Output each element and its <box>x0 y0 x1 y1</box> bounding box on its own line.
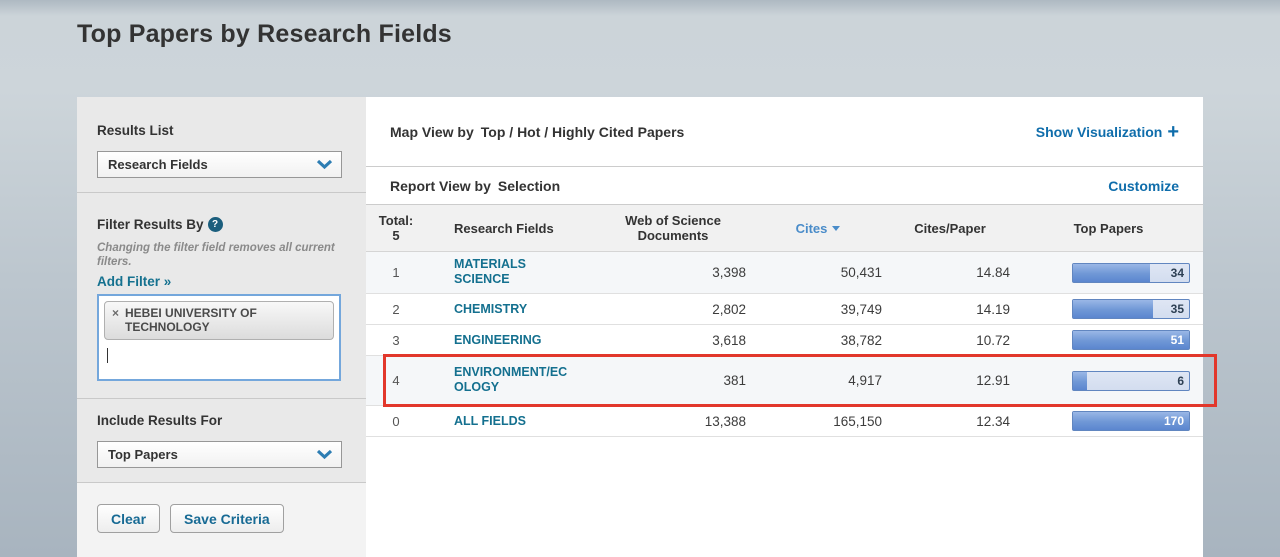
top-papers-header: Top Papers <box>1014 221 1203 236</box>
rank-cell: 0 <box>366 414 426 429</box>
filter-input-box[interactable]: × HEBEI UNIVERSITY OF TECHNOLOGY <box>97 294 341 381</box>
map-view-header: Map View byTop / Hot / Highly Cited Pape… <box>366 97 1203 167</box>
research-field-link[interactable]: ENVIRONMENT/ECOLOGY <box>454 365 568 395</box>
research-fields-header: Research Fields <box>426 221 596 236</box>
cites-per-paper-header: Cites/Paper <box>886 221 1014 236</box>
cites-cell: 39,749 <box>750 302 886 317</box>
rank-cell: 2 <box>366 302 426 317</box>
bar-fill <box>1073 300 1153 318</box>
include-results-selected: Top Papers <box>108 447 178 462</box>
results-list-label: Results List <box>97 123 342 138</box>
research-field-link[interactable]: ENGINEERING <box>454 333 542 348</box>
rank-cell: 1 <box>366 265 426 280</box>
cites-cell: 165,150 <box>750 414 886 429</box>
include-results-section: Include Results For Top Papers <box>77 399 366 482</box>
wos-documents-cell: 2,802 <box>596 302 750 317</box>
filter-tag-label: HEBEI UNIVERSITY OF TECHNOLOGY <box>125 306 325 334</box>
cites-cell: 50,431 <box>750 265 886 280</box>
cites-cell: 4,917 <box>750 373 886 388</box>
save-criteria-button[interactable]: Save Criteria <box>170 504 284 533</box>
research-field-link[interactable]: MATERIALS SCIENCE <box>454 257 568 287</box>
rank-cell: 3 <box>366 333 426 348</box>
top-papers-bar: 170 <box>1072 411 1190 431</box>
bar-fill <box>1073 264 1150 282</box>
report-view-title: Report View bySelection <box>390 178 560 194</box>
cites-sort-header[interactable]: Cites <box>750 221 886 236</box>
top-papers-value: 6 <box>1177 374 1184 388</box>
page-title: Top Papers by Research Fields <box>77 20 452 49</box>
wos-documents-header: Web of Science Documents <box>596 213 750 243</box>
top-papers-value: 51 <box>1171 333 1184 347</box>
wos-documents-cell: 13,388 <box>596 414 750 429</box>
cites-per-paper-cell: 12.91 <box>886 373 1014 388</box>
top-papers-value: 170 <box>1164 414 1184 428</box>
chevron-down-icon <box>316 449 333 460</box>
report-panel: Map View byTop / Hot / Highly Cited Pape… <box>366 97 1203 557</box>
top-papers-value: 34 <box>1171 266 1184 280</box>
customize-link[interactable]: Customize <box>1108 178 1179 194</box>
wos-documents-cell: 3,618 <box>596 333 750 348</box>
wos-documents-cell: 381 <box>596 373 750 388</box>
filter-note: Changing the filter field removes all cu… <box>97 241 342 269</box>
table-header-row: Total:5 Research Fields Web of Science D… <box>366 205 1203 252</box>
top-papers-value: 35 <box>1171 302 1184 316</box>
report-view-header: Report View bySelection Customize <box>366 167 1203 205</box>
add-filter-link[interactable]: Add Filter » <box>97 274 171 289</box>
remove-filter-icon[interactable]: × <box>112 306 119 334</box>
table-row: 3 ENGINEERING 3,618 38,782 10.72 51 <box>366 325 1203 356</box>
cites-per-paper-cell: 14.84 <box>886 265 1014 280</box>
research-field-link[interactable]: ALL FIELDS <box>454 414 526 429</box>
top-papers-bar: 51 <box>1072 330 1190 350</box>
cites-per-paper-cell: 10.72 <box>886 333 1014 348</box>
cites-per-paper-cell: 12.34 <box>886 414 1014 429</box>
include-results-label: Include Results For <box>97 413 342 428</box>
table-body: 1 MATERIALS SCIENCE 3,398 50,431 14.84 3… <box>366 252 1203 437</box>
bar-fill <box>1073 372 1087 390</box>
results-list-selected: Research Fields <box>108 157 208 172</box>
top-papers-bar: 6 <box>1072 371 1190 391</box>
map-view-title: Map View byTop / Hot / Highly Cited Pape… <box>390 124 684 140</box>
wos-documents-cell: 3,398 <box>596 265 750 280</box>
help-icon[interactable]: ? <box>208 217 223 232</box>
clear-button[interactable]: Clear <box>97 504 160 533</box>
top-papers-bar: 34 <box>1072 263 1190 283</box>
filter-tag: × HEBEI UNIVERSITY OF TECHNOLOGY <box>104 301 334 340</box>
results-list-section: Results List Research Fields <box>77 97 366 192</box>
cites-per-paper-cell: 14.19 <box>886 302 1014 317</box>
chevron-down-icon <box>316 159 333 170</box>
table-row: 2 CHEMISTRY 2,802 39,749 14.19 35 <box>366 294 1203 325</box>
filter-section: Filter Results By? Changing the filter f… <box>77 193 366 398</box>
show-visualization-link[interactable]: Show Visualization + <box>1036 124 1179 140</box>
table-row: 1 MATERIALS SCIENCE 3,398 50,431 14.84 3… <box>366 252 1203 294</box>
table-row: 4 ENVIRONMENT/ECOLOGY 381 4,917 12.91 6 <box>366 356 1203 406</box>
total-count-header: Total:5 <box>366 213 426 243</box>
research-field-link[interactable]: CHEMISTRY <box>454 302 527 317</box>
top-papers-bar: 35 <box>1072 299 1190 319</box>
include-results-dropdown[interactable]: Top Papers <box>97 441 342 468</box>
sort-desc-icon <box>832 226 840 231</box>
text-cursor <box>107 348 108 363</box>
filter-label: Filter Results By? <box>97 217 342 232</box>
criteria-buttons-section: Clear Save Criteria <box>77 483 366 557</box>
plus-icon: + <box>1167 125 1179 139</box>
table-row: 0 ALL FIELDS 13,388 165,150 12.34 170 <box>366 406 1203 437</box>
sidebar: Results List Research Fields Filter Resu… <box>77 97 366 557</box>
cites-cell: 38,782 <box>750 333 886 348</box>
rank-cell: 4 <box>366 373 426 388</box>
results-list-dropdown[interactable]: Research Fields <box>97 151 342 178</box>
